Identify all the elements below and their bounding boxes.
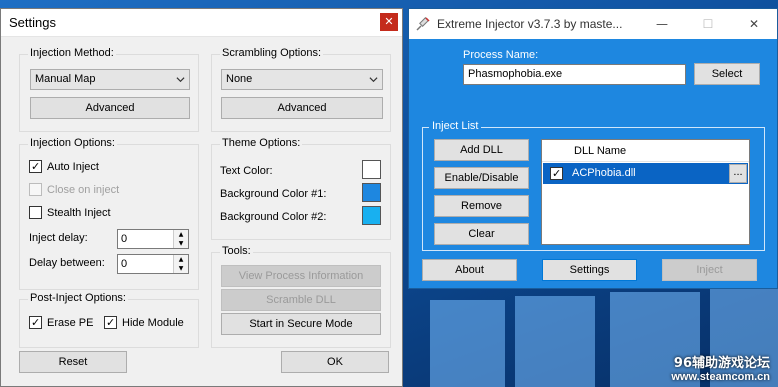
checkbox-box[interactable] [29, 206, 42, 219]
secure-mode-button[interactable]: Start in Secure Mode [221, 313, 381, 335]
auto-inject-label: Auto Inject [47, 160, 99, 173]
bg2-color-swatch[interactable] [362, 206, 381, 225]
injection-advanced-button[interactable]: Advanced [30, 97, 190, 119]
tools-title: Tools: [220, 245, 253, 257]
scrambling-advanced-button[interactable]: Advanced [221, 97, 383, 119]
settings-titlebar: Settings [1, 9, 402, 37]
close-button[interactable]: ✕ [380, 13, 398, 31]
post-inject-group: Post-Inject Options: ✓ Erase PE ✓ Hide M… [19, 292, 199, 348]
injection-method-group: Injection Method: Manual Map Advanced [19, 47, 199, 132]
injector-window: Extreme Injector v3.7.3 by maste... — ☐ … [408, 8, 778, 289]
theme-options-group: Theme Options: Text Color: Background Co… [211, 137, 391, 240]
inject-button[interactable]: Inject [662, 259, 757, 281]
process-name-input[interactable]: Phasmophobia.exe [463, 64, 686, 85]
remove-button[interactable]: Remove [434, 195, 529, 217]
arrow-down-icon[interactable]: ▼ [174, 264, 188, 273]
scramble-dll-button[interactable]: Scramble DLL [221, 289, 381, 311]
bg1-color-swatch[interactable] [362, 183, 381, 202]
desktop-window-pane [430, 300, 505, 387]
stealth-inject-checkbox[interactable]: Stealth Inject [29, 206, 111, 219]
bg2-color-label: Background Color #2: [220, 211, 327, 223]
dll-enabled-checkbox[interactable]: ✓ [550, 167, 563, 180]
process-name-value: Phasmophobia.exe [468, 68, 563, 80]
dll-name: ACPhobia.dll [572, 167, 636, 179]
dll-browse-button[interactable]: ... [729, 164, 747, 183]
arrow-down-icon[interactable]: ▼ [174, 239, 188, 248]
close-on-inject-label: Close on inject [47, 183, 120, 196]
clear-button[interactable]: Clear [434, 223, 529, 245]
bg1-color-label: Background Color #1: [220, 188, 327, 200]
text-color-label: Text Color: [220, 165, 273, 177]
injection-method-title: Injection Method: [28, 47, 116, 59]
syringe-icon [416, 17, 430, 31]
settings-dialog: Settings ✕ Injection Method: Manual Map … [0, 8, 403, 387]
arrow-up-icon[interactable]: ▲ [174, 255, 188, 264]
settings-button[interactable]: Settings [542, 259, 637, 281]
maximize-button[interactable]: ☐ [685, 9, 731, 39]
desktop-window-pane [515, 296, 595, 387]
watermark-line2: www.steamcom.cn [671, 371, 770, 383]
watermark-line1: 96辅助游戏论坛 [673, 356, 770, 371]
close-on-inject-checkbox[interactable]: Close on inject [29, 183, 119, 196]
erase-pe-checkbox[interactable]: ✓ Erase PE [29, 316, 93, 329]
theme-options-title: Theme Options: [220, 137, 303, 149]
checkmark-icon: ✓ [31, 316, 41, 329]
dll-list[interactable]: DLL Name ✓ ACPhobia.dll ... [541, 139, 750, 245]
inject-delay-value: 0 [121, 233, 128, 245]
select-process-button[interactable]: Select [694, 63, 760, 85]
delay-between-label: Delay between: [29, 257, 105, 269]
dll-name-column-header[interactable]: DLL Name [574, 145, 626, 157]
checkmark-icon: ✓ [31, 160, 41, 173]
checkmark-icon: ✓ [552, 167, 562, 180]
checkbox-box[interactable]: ✓ [29, 316, 42, 329]
tools-group: Tools: View Process Information Scramble… [211, 245, 391, 348]
scrambling-options-group: Scrambling Options: None Advanced [211, 47, 391, 132]
view-process-info-button[interactable]: View Process Information [221, 265, 381, 287]
inject-delay-input[interactable]: 0 ▲ ▼ [117, 229, 189, 249]
injection-options-group: Injection Options: ✓ Auto Inject Close o… [19, 137, 199, 290]
auto-inject-checkbox[interactable]: ✓ Auto Inject [29, 160, 99, 173]
minimize-button[interactable]: — [639, 9, 685, 39]
delay-between-value: 0 [121, 258, 128, 270]
inject-delay-label: Inject delay: [29, 232, 88, 244]
injection-method-value: Manual Map [35, 73, 96, 85]
scrambling-select[interactable]: None [221, 69, 383, 90]
dll-list-header: DLL Name [542, 140, 749, 162]
checkbox-box[interactable] [29, 183, 42, 196]
checkmark-icon: ✓ [106, 316, 116, 329]
post-inject-title: Post-Inject Options: [28, 292, 128, 304]
delay-between-input[interactable]: 0 ▲ ▼ [117, 254, 189, 274]
watermark: 96辅助游戏论坛 www.steamcom.cn [671, 352, 770, 383]
hide-module-label: Hide Module [122, 316, 184, 329]
stealth-inject-label: Stealth Inject [47, 206, 111, 219]
inject-list-title: Inject List [429, 120, 482, 132]
spinner-arrows[interactable]: ▲ ▼ [173, 230, 188, 248]
injection-options-title: Injection Options: [28, 137, 117, 149]
window-close-button[interactable]: ✕ [731, 9, 777, 39]
checkbox-box[interactable]: ✓ [29, 160, 42, 173]
injection-method-select[interactable]: Manual Map [30, 69, 190, 90]
spinner-arrows[interactable]: ▲ ▼ [173, 255, 188, 273]
process-name-label: Process Name: [463, 49, 539, 61]
inject-list-group: Inject List Add DLL Enable/Disable Remov… [422, 120, 765, 251]
checkbox-box[interactable]: ✓ [104, 316, 117, 329]
reset-button[interactable]: Reset [19, 351, 127, 373]
injector-title: Extreme Injector v3.7.3 by maste... [437, 17, 623, 31]
settings-title: Settings [9, 15, 56, 30]
text-color-swatch[interactable] [362, 160, 381, 179]
scrambling-value: None [226, 73, 253, 85]
enable-disable-button[interactable]: Enable/Disable [434, 167, 529, 189]
erase-pe-label: Erase PE [47, 316, 94, 329]
ok-button[interactable]: OK [281, 351, 389, 373]
chevron-down-icon [369, 77, 378, 83]
scrambling-options-title: Scrambling Options: [220, 47, 324, 59]
about-button[interactable]: About [422, 259, 517, 281]
list-item[interactable]: ✓ ACPhobia.dll ... [543, 163, 748, 184]
add-dll-button[interactable]: Add DLL [434, 139, 529, 161]
arrow-up-icon[interactable]: ▲ [174, 230, 188, 239]
hide-module-checkbox[interactable]: ✓ Hide Module [104, 316, 184, 329]
chevron-down-icon [176, 77, 185, 83]
